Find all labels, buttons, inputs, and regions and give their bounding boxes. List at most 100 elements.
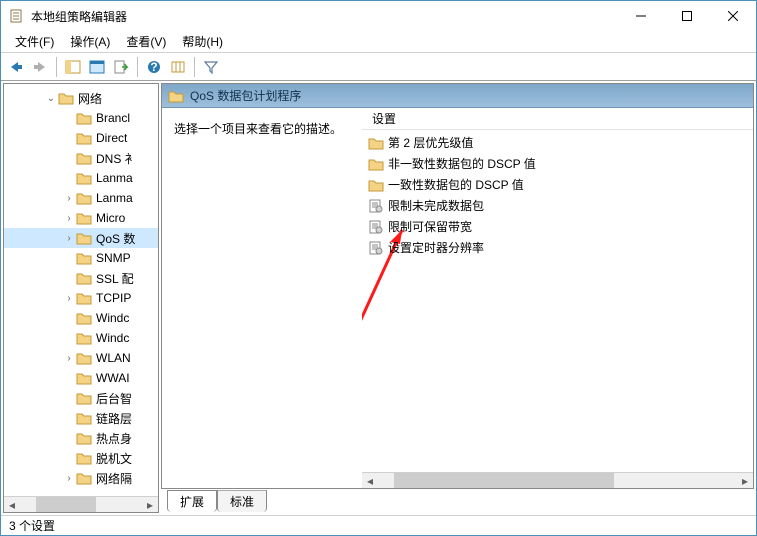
toolbar-separator: [137, 57, 138, 77]
tree-item-label: WLAN: [96, 351, 137, 365]
tree-item-label: WWAI: [96, 371, 136, 385]
tree-item[interactable]: ·脱机文: [4, 448, 158, 468]
tree-item[interactable]: › QoS 数: [4, 228, 158, 248]
list-item[interactable]: 一致性数据包的 DSCP 值: [362, 174, 753, 195]
close-button[interactable]: [710, 1, 756, 31]
window-title: 本地组策略编辑器: [31, 8, 127, 25]
scroll-right-icon[interactable]: ▸: [737, 473, 753, 488]
toolbar-separator: [56, 57, 57, 77]
help-button[interactable]: ?: [143, 56, 165, 78]
tab-standard[interactable]: 标准: [217, 490, 267, 512]
toolbar-separator: [194, 57, 195, 77]
tree-scrollbar-horizontal[interactable]: ◂ ▸: [4, 496, 158, 512]
tree-item[interactable]: ·Direct: [4, 128, 158, 148]
app-icon: [9, 8, 25, 24]
folder-icon: [76, 331, 92, 345]
toolbar-highlight-button[interactable]: [86, 56, 108, 78]
svg-text:?: ?: [150, 60, 157, 74]
chevron-right-icon[interactable]: ›: [62, 473, 76, 484]
tree-item[interactable]: › Micro: [4, 208, 158, 228]
tree-item[interactable]: ·链路层: [4, 408, 158, 428]
nav-back-button[interactable]: [5, 56, 27, 78]
folder-icon: [76, 351, 92, 365]
menubar: 文件(F) 操作(A) 查看(V) 帮助(H): [1, 31, 756, 53]
tree-item[interactable]: ›Lanma: [4, 188, 158, 208]
toolbar: ?: [1, 53, 756, 81]
maximize-button[interactable]: [664, 1, 710, 31]
filter-button[interactable]: [200, 56, 222, 78]
folder-icon: [76, 451, 92, 465]
tree-item[interactable]: ·热点身: [4, 428, 158, 448]
tree-item[interactable]: ·SNMP: [4, 248, 158, 268]
tree-item-label: Windc: [96, 311, 135, 325]
tree-item-label: Brancl: [96, 111, 136, 125]
chevron-right-icon[interactable]: ›: [62, 233, 76, 244]
toolbar-extra-button[interactable]: [167, 56, 189, 78]
tree-item-label: SNMP: [96, 251, 137, 265]
statusbar: 3 个设置: [1, 515, 756, 535]
tree-item-label: QoS 数: [96, 230, 141, 247]
list-item-label: 设置定时器分辨率: [388, 239, 484, 256]
tree-item-label: Lanma: [96, 171, 139, 185]
tree-item-label: 热点身: [96, 430, 138, 447]
list-item[interactable]: 限制未完成数据包: [362, 195, 753, 216]
right-pane: QoS 数据包计划程序 选择一个项目来查看它的描述。 设置: [161, 83, 754, 513]
tree-item[interactable]: ·Lanma: [4, 168, 158, 188]
folder-icon: [76, 251, 92, 265]
policy-icon: [368, 240, 384, 256]
tree-item-label: Micro: [96, 211, 131, 225]
chevron-right-icon[interactable]: ›: [62, 293, 76, 304]
menu-action[interactable]: 操作(A): [62, 31, 118, 52]
tree-item[interactable]: ›TCPIP: [4, 288, 158, 308]
chevron-right-icon[interactable]: ›: [62, 353, 76, 364]
tree-pane[interactable]: ⌄网络·Brancl·Direct·DNS 衤·Lanma›Lanma›Micr…: [3, 83, 159, 513]
menu-file[interactable]: 文件(F): [7, 31, 62, 52]
export-list-button[interactable]: [110, 56, 132, 78]
column-header-setting[interactable]: 设置: [368, 108, 400, 129]
scroll-right-icon[interactable]: ▸: [142, 497, 158, 512]
tree-item[interactable]: ·SSL 配: [4, 268, 158, 288]
folder-icon: [76, 371, 92, 385]
folder-icon: [76, 431, 92, 445]
show-hide-tree-button[interactable]: [62, 56, 84, 78]
scroll-thumb[interactable]: [36, 497, 96, 512]
tree-item[interactable]: ·后台智: [4, 388, 158, 408]
folder-icon: [76, 291, 92, 305]
content-border: QoS 数据包计划程序 选择一个项目来查看它的描述。 设置: [161, 83, 754, 489]
scroll-left-icon[interactable]: ◂: [362, 473, 378, 488]
chevron-down-icon[interactable]: ⌄: [44, 93, 58, 104]
folder-icon: [76, 271, 92, 285]
folder-icon: [368, 135, 384, 151]
tree-item[interactable]: ›网络隔: [4, 468, 158, 488]
folder-icon: [76, 131, 92, 145]
list-item[interactable]: 第 2 层优先级值: [362, 132, 753, 153]
folder-icon: [76, 211, 92, 225]
list-header[interactable]: 设置: [362, 108, 753, 130]
list-item[interactable]: 限制可保留带宽: [362, 216, 753, 237]
list-scrollbar-horizontal[interactable]: ◂ ▸: [362, 472, 753, 488]
menu-view[interactable]: 查看(V): [118, 31, 174, 52]
menu-help[interactable]: 帮助(H): [174, 31, 231, 52]
tree-item-label: DNS 衤: [96, 150, 143, 167]
minimize-button[interactable]: [618, 1, 664, 31]
content-header-text: QoS 数据包计划程序: [190, 87, 301, 104]
nav-forward-button[interactable]: [29, 56, 51, 78]
scroll-thumb[interactable]: [394, 473, 614, 488]
tree-item[interactable]: ·Windc: [4, 308, 158, 328]
tree-item[interactable]: ·Brancl: [4, 108, 158, 128]
folder-icon: [368, 156, 384, 172]
list-item[interactable]: 设置定时器分辨率: [362, 237, 753, 258]
chevron-right-icon[interactable]: ›: [62, 193, 76, 204]
chevron-right-icon[interactable]: ›: [62, 213, 76, 224]
list-item[interactable]: 非一致性数据包的 DSCP 值: [362, 153, 753, 174]
scroll-left-icon[interactable]: ◂: [4, 497, 20, 512]
list-item-label: 第 2 层优先级值: [388, 134, 473, 151]
tree-item[interactable]: ·Windc: [4, 328, 158, 348]
tree-item[interactable]: › WLAN: [4, 348, 158, 368]
folder-icon: [76, 191, 92, 205]
tree-item[interactable]: ·WWAI: [4, 368, 158, 388]
tab-extended[interactable]: 扩展: [167, 490, 217, 512]
tree-item-root[interactable]: ⌄网络: [4, 88, 158, 108]
body: ⌄网络·Brancl·Direct·DNS 衤·Lanma›Lanma›Micr…: [1, 81, 756, 515]
tree-item[interactable]: ·DNS 衤: [4, 148, 158, 168]
